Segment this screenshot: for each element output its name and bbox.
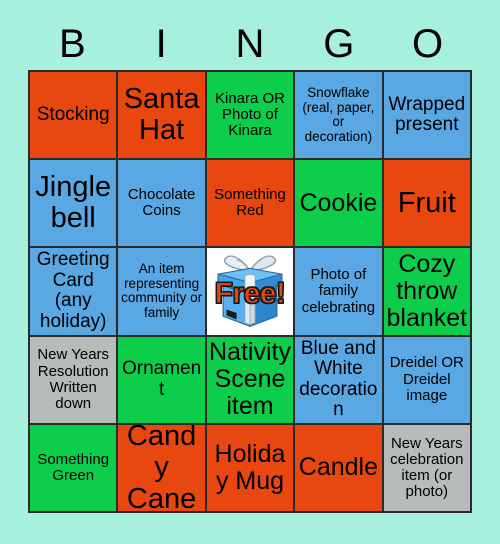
header-letter-i: I [155, 22, 167, 66]
bingo-cell-r5-c5[interactable]: New Years celebration item (or photo) [383, 424, 472, 513]
bingo-cell-r5-c1[interactable]: Something Green [30, 424, 119, 513]
free-space-label: Free! [214, 277, 287, 311]
bingo-cell-label: Blue and White decoration [299, 337, 378, 421]
bingo-cell-label: Chocolate Coins [127, 186, 196, 220]
bingo-cell-free-space[interactable]: Free! [206, 248, 296, 337]
bingo-cell-label: Something Red [214, 186, 286, 220]
bingo-cell-r1-c1[interactable]: Stocking [30, 72, 119, 161]
bingo-cell-r3-c1[interactable]: Greeting Card (any holiday) [30, 248, 119, 337]
bingo-cell-label: Ornament [121, 358, 202, 400]
bingo-cell-label: Cookie [299, 188, 378, 217]
bingo-cell-r4-c1[interactable]: New Years Resolution Written down [30, 336, 119, 425]
bingo-cell-label: Candle [298, 453, 378, 482]
bingo-cell-r3-c5[interactable]: Cozy throw blanket [383, 248, 472, 337]
header-letter-b: B [59, 22, 86, 66]
bingo-cell-label: Santa Hat [123, 82, 200, 147]
bingo-grid: Stocking Santa Hat Kinara OR Photo of Kina… [28, 70, 472, 513]
bingo-cell-label: New Years Resolution Written down [37, 346, 110, 412]
bingo-cell-label: An item representing community or family [121, 261, 203, 321]
bingo-cell-label: Snowflake (real, paper, or decoration) [302, 84, 375, 144]
bingo-cell-r1-c4[interactable]: Snowflake (real, paper, or decoration) [295, 72, 384, 161]
bingo-cell-label: Something Green [37, 450, 110, 484]
free-space-inner: Free! [208, 250, 292, 333]
bingo-cell-r5-c3[interactable]: Holiday Mug [206, 424, 296, 513]
bingo-cell-label: Jingle bell [35, 170, 112, 235]
bingo-header-row: B I N G O [28, 18, 472, 70]
bingo-cell-r4-c4[interactable]: Blue and White decoration [295, 336, 384, 425]
bingo-cell-label: Wrapped present [388, 93, 466, 136]
bingo-cell-r2-c5[interactable]: Fruit [383, 160, 472, 249]
bingo-cell-label: New Years celebration item (or photo) [390, 434, 464, 501]
bingo-cell-r5-c2[interactable]: Candy Cane [118, 424, 207, 513]
bingo-cell-r2-c4[interactable]: Cookie [295, 160, 384, 249]
bingo-cell-r3-c2[interactable]: An item representing community or family [118, 248, 207, 337]
bingo-cell-r1-c2[interactable]: Santa Hat [118, 72, 207, 161]
header-letter-g: G [323, 22, 355, 66]
bingo-cell-r5-c4[interactable]: Candle [295, 424, 384, 513]
bingo-cell-r1-c5[interactable]: Wrapped present [383, 72, 472, 161]
bingo-cell-label: Kinara OR Photo of Kinara [214, 89, 285, 140]
header-letter-n: N [235, 22, 265, 66]
bingo-cell-r4-c2[interactable]: Ornament [118, 336, 207, 425]
bingo-cell-label: Photo of family celebrating [301, 266, 376, 316]
bingo-cell-r2-c2[interactable]: Chocolate Coins [118, 160, 207, 249]
bingo-cell-r2-c1[interactable]: Jingle bell [30, 160, 119, 249]
bingo-cell-r1-c3[interactable]: Kinara OR Photo of Kinara [206, 72, 296, 161]
bingo-cell-label: Holiday Mug [214, 439, 286, 495]
bingo-card: B I N G O Stocking Santa Hat Kinara OR Pho… [0, 0, 500, 544]
header-letter-o: O [412, 22, 444, 66]
bingo-cell-label: Fruit [397, 186, 456, 219]
bingo-cell-label: Dreidel OR Dreidel image [389, 354, 464, 404]
bingo-cell-r4-c5[interactable]: Dreidel OR Dreidel image [383, 336, 472, 425]
bingo-cell-r3-c4[interactable]: Photo of family celebrating [295, 248, 384, 337]
bingo-cell-label: Candy Cane [126, 424, 197, 513]
bingo-cell-label: Cozy throw blanket [386, 249, 468, 332]
bingo-cell-label: Stocking [36, 103, 110, 125]
bingo-cell-label: Greeting Card (any holiday) [36, 249, 110, 332]
bingo-cell-r2-c3[interactable]: Something Red [206, 160, 296, 249]
bingo-cell-r4-c3[interactable]: Nativity Scene item [206, 336, 296, 425]
bingo-cell-label: Nativity Scene item [209, 338, 291, 421]
